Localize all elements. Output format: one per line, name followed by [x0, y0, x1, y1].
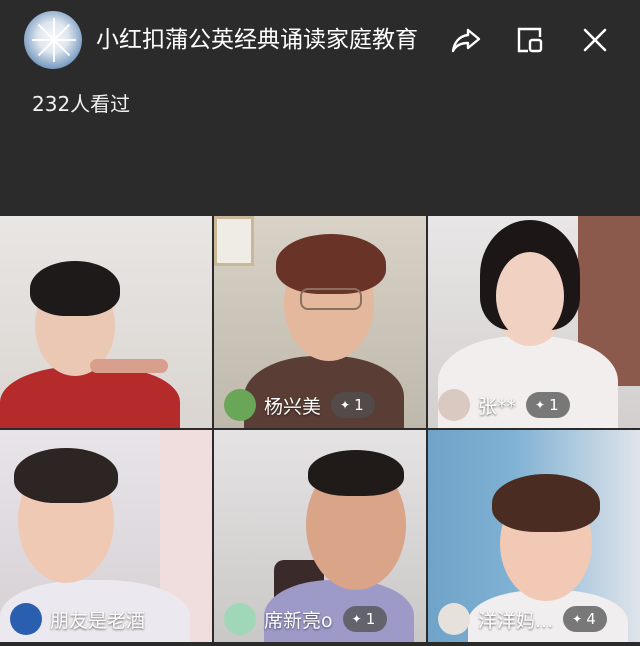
mini-window-icon	[517, 27, 543, 53]
plus-badge[interactable]: ✦ 4	[563, 606, 608, 632]
participant-label: 杨兴美 ✦ 1	[224, 388, 376, 422]
video-tile[interactable]: 杨兴美 ✦ 1	[214, 216, 426, 428]
participant-label: 洋洋妈... ✦ 4	[438, 602, 608, 636]
participant-label: 张** ✦ 1	[438, 388, 571, 422]
star-icon: ✦	[351, 612, 362, 626]
share-icon	[451, 28, 481, 53]
badge-count: 1	[549, 396, 559, 414]
video-tile[interactable]: 张** ✦ 1	[428, 216, 640, 428]
star-icon: ✦	[572, 612, 583, 626]
participant-avatar	[438, 603, 470, 635]
participant-avatar	[438, 389, 470, 421]
plus-badge[interactable]: ✦ 1	[342, 606, 387, 632]
video-tile[interactable]: 席新亮o ✦ 1	[214, 430, 426, 642]
participant-name: 杨兴美	[264, 395, 322, 418]
participant-avatar	[224, 603, 256, 635]
badge-count: 1	[354, 396, 364, 414]
participant-label: 席新亮o ✦ 1	[224, 602, 387, 636]
plus-badge[interactable]: ✦ 1	[526, 392, 571, 418]
plus-badge[interactable]: ✦ 1	[331, 392, 376, 418]
badge-count: 4	[586, 610, 596, 628]
participant-avatar	[10, 603, 42, 635]
view-count: 232人看过	[32, 92, 131, 116]
participant-avatar	[224, 389, 256, 421]
top-bar: 小红扣蒲公英经典诵读家庭教育	[0, 0, 640, 80]
channel-avatar[interactable]	[24, 11, 82, 69]
share-button[interactable]	[448, 22, 484, 58]
video-tile[interactable]: 洋洋妈... ✦ 4	[428, 430, 640, 642]
close-button[interactable]	[577, 22, 613, 58]
participant-label: 朋友是老酒	[10, 602, 145, 636]
close-icon	[583, 28, 607, 52]
live-title: 小红扣蒲公英经典诵读家庭教育	[96, 27, 418, 53]
participant-name: 朋友是老酒	[50, 609, 146, 632]
badge-count: 1	[365, 610, 376, 628]
participant-name: 张**	[478, 395, 517, 418]
participant-name: 洋洋妈...	[478, 609, 554, 632]
participant-name: 席新亮o	[264, 609, 333, 632]
video-tile[interactable]: 朋友是老酒	[0, 430, 212, 642]
mini-window-button[interactable]	[512, 22, 548, 58]
star-icon: ✦	[340, 398, 351, 412]
video-tile[interactable]	[0, 216, 212, 428]
video-grid: 杨兴美 ✦ 1 张** ✦ 1 朋友是老酒 席新亮o ✦ 1 洋洋妈... ✦ …	[0, 216, 640, 646]
star-icon: ✦	[535, 398, 546, 412]
